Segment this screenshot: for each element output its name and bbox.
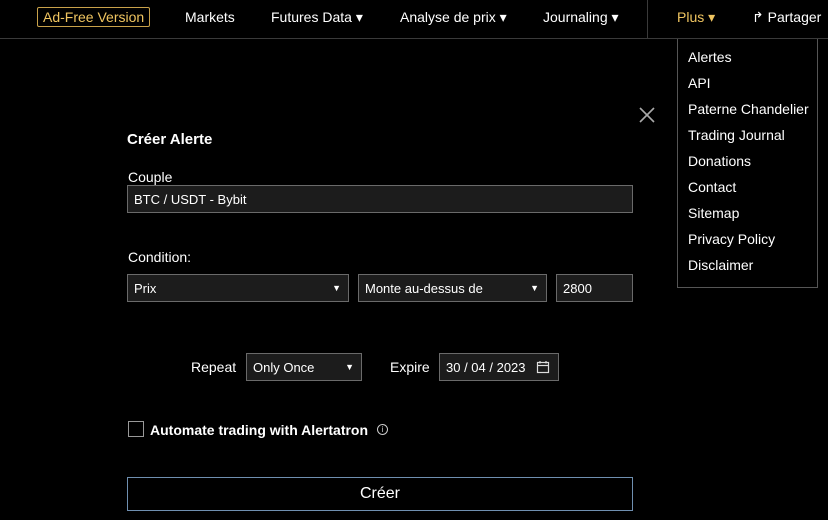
create-button-label: Créer xyxy=(359,485,400,502)
nav-futures-data[interactable]: Futures Data ▾ xyxy=(271,9,363,26)
condition-type-select[interactable]: Prix xyxy=(127,274,349,302)
page-title: Créer Alerte xyxy=(127,131,213,148)
calendar-icon[interactable] xyxy=(536,360,550,374)
expire-date-value: 30 / 04 / 2023 xyxy=(446,359,526,375)
couple-input[interactable]: BTC / USDT - Bybit xyxy=(127,185,633,213)
repeat-label: Repeat xyxy=(191,359,237,375)
nav-divider xyxy=(647,0,648,38)
couple-label: Couple xyxy=(128,169,173,185)
price-input[interactable]: 2800 xyxy=(556,274,633,302)
condition-direction-value: Monte au-dessus de xyxy=(365,280,483,296)
price-value: 2800 xyxy=(563,280,592,296)
nav-journaling[interactable]: Journaling ▾ xyxy=(543,9,619,26)
menu-item-trading-journal[interactable]: Trading Journal xyxy=(688,127,785,143)
couple-value: BTC / USDT - Bybit xyxy=(134,191,247,207)
repeat-select[interactable]: Only Once xyxy=(246,353,362,381)
expire-date-input[interactable]: 30 / 04 / 2023 xyxy=(439,353,559,381)
condition-label: Condition: xyxy=(128,249,192,265)
info-icon[interactable]: i xyxy=(377,424,388,435)
menu-item-disclaimer[interactable]: Disclaimer xyxy=(688,257,753,273)
nav-plus[interactable]: Plus ▾ xyxy=(677,9,715,26)
menu-item-privacy-policy[interactable]: Privacy Policy xyxy=(688,231,775,247)
condition-direction-select[interactable]: Monte au-dessus de xyxy=(358,274,547,302)
expire-label: Expire xyxy=(390,359,430,375)
close-icon[interactable] xyxy=(636,104,658,126)
menu-item-paterne-chandelier[interactable]: Paterne Chandelier xyxy=(688,101,809,117)
nav-analyse-de-prix[interactable]: Analyse de prix ▾ xyxy=(400,9,507,26)
top-navigation: Ad-Free Version Markets Futures Data ▾ A… xyxy=(0,0,828,39)
menu-item-alertes[interactable]: Alertes xyxy=(688,49,732,65)
plus-dropdown-menu: Alertes API Paterne Chandelier Trading J… xyxy=(677,39,818,288)
menu-item-api[interactable]: API xyxy=(688,75,711,91)
ad-free-button[interactable]: Ad-Free Version xyxy=(37,7,151,27)
automate-label: Automate trading with Alertatron xyxy=(150,422,369,438)
menu-item-contact[interactable]: Contact xyxy=(688,179,736,195)
share-button[interactable]: ↱ Partager xyxy=(752,9,821,26)
menu-item-donations[interactable]: Donations xyxy=(688,153,751,169)
nav-markets[interactable]: Markets xyxy=(185,9,235,25)
menu-item-sitemap[interactable]: Sitemap xyxy=(688,205,739,221)
automate-checkbox[interactable] xyxy=(128,421,144,437)
create-button[interactable]: Créer xyxy=(127,477,633,511)
condition-type-value: Prix xyxy=(134,280,157,296)
repeat-value: Only Once xyxy=(253,359,315,375)
